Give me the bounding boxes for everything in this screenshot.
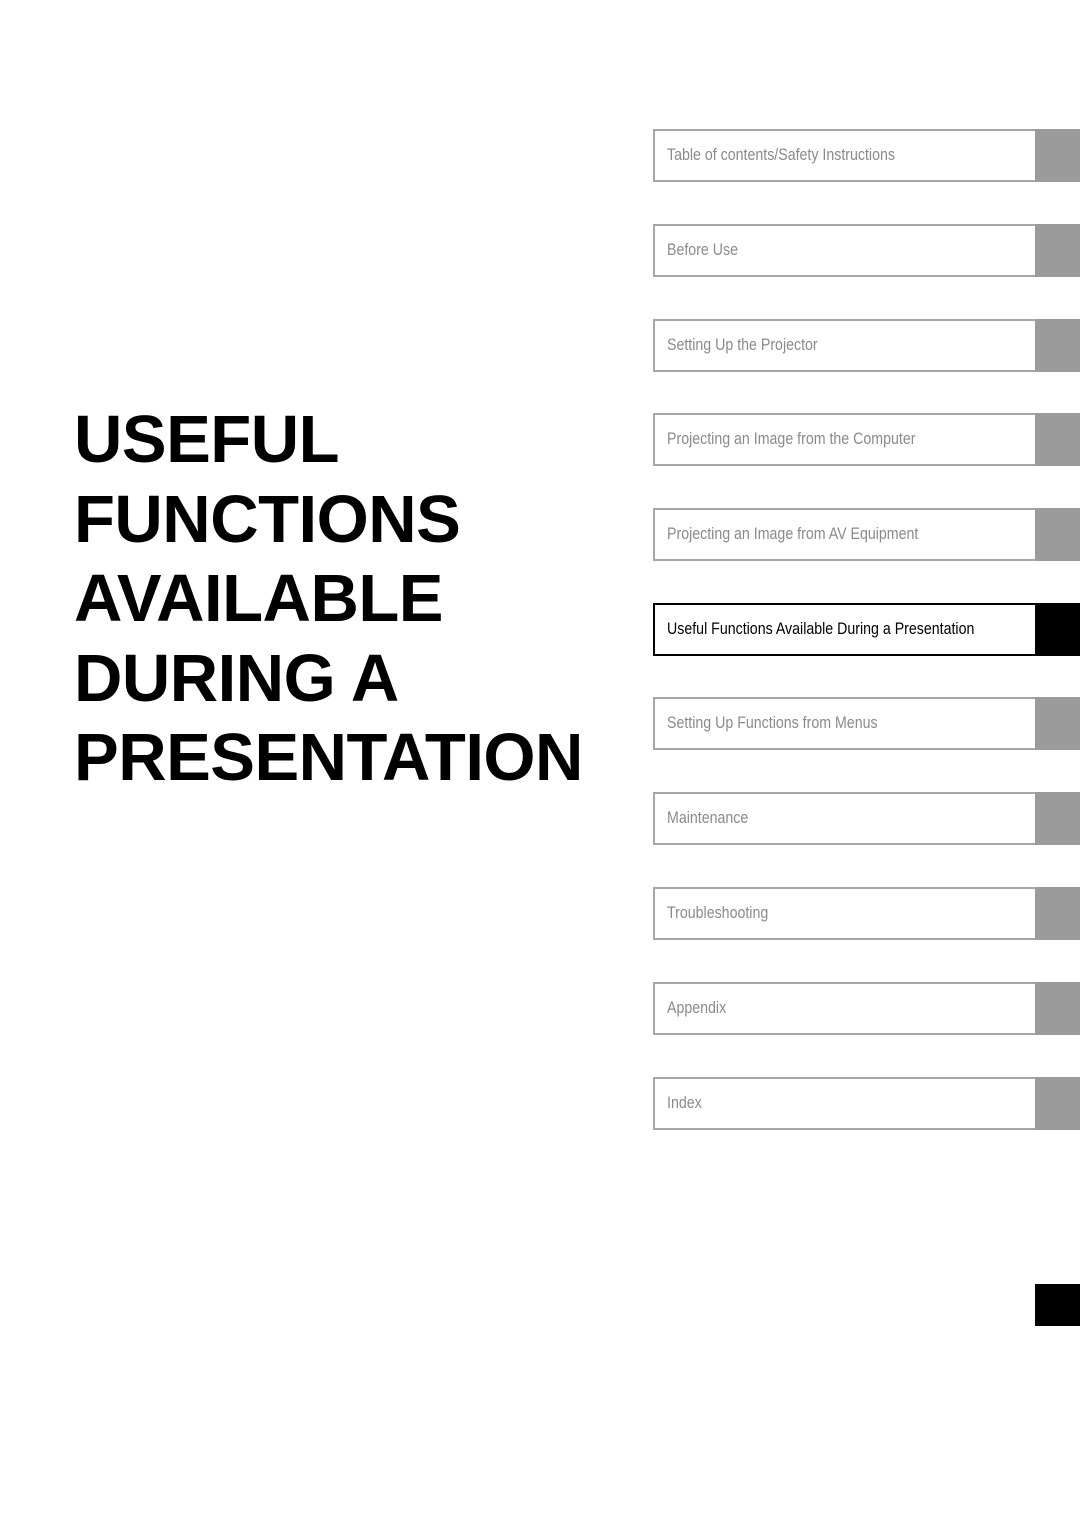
tab-label: Before Use	[667, 241, 738, 259]
tab-marker	[1035, 697, 1080, 750]
tab-box: Projecting an Image from the Computer	[653, 413, 1035, 466]
tab-box: Maintenance	[653, 792, 1035, 845]
tab-marker	[1035, 887, 1080, 940]
tab-box: Useful Functions Available During a Pres…	[653, 603, 1035, 656]
chapter-title: USEFUL FUNCTIONS AVAILABLE DURING A PRES…	[74, 400, 583, 798]
chapter-title-line: FUNCTIONS	[74, 481, 461, 557]
tab-box: Index	[653, 1077, 1035, 1130]
chapter-title-line: DURING A	[74, 640, 399, 716]
chapter-tab-before-use[interactable]: Before Use	[653, 224, 1080, 277]
tab-label: Setting Up Functions from Menus	[667, 714, 878, 732]
tab-box: Troubleshooting	[653, 887, 1035, 940]
chapter-title-line: AVAILABLE	[74, 561, 443, 636]
chapter-title-line: PRESENTATION	[74, 720, 583, 795]
tab-label: Setting Up the Projector	[667, 336, 818, 354]
chapter-tab-index[interactable]: Index	[653, 1077, 1080, 1130]
chapter-tab-projecting-av[interactable]: Projecting an Image from AV Equipment	[653, 508, 1080, 561]
tab-marker-active	[1035, 603, 1080, 656]
tab-box: Before Use	[653, 224, 1035, 277]
chapter-title-line: USEFUL	[74, 402, 339, 477]
tab-label: Index	[667, 1094, 702, 1112]
chapter-tab-setting-up-menus[interactable]: Setting Up Functions from Menus	[653, 697, 1080, 750]
tab-marker	[1035, 1077, 1080, 1130]
tab-box: Projecting an Image from AV Equipment	[653, 508, 1035, 561]
tab-marker	[1035, 508, 1080, 561]
tab-label: Appendix	[667, 999, 727, 1017]
tab-marker	[1035, 413, 1080, 466]
tab-label: Table of contents/Safety Instructions	[667, 146, 895, 164]
tab-box: Setting Up Functions from Menus	[653, 697, 1035, 750]
tab-marker	[1035, 129, 1080, 182]
tab-label: Projecting an Image from AV Equipment	[667, 525, 919, 543]
chapter-tab-maintenance[interactable]: Maintenance	[653, 792, 1080, 845]
chapter-tab-setting-up-projector[interactable]: Setting Up the Projector	[653, 319, 1080, 372]
chapter-tab-troubleshooting[interactable]: Troubleshooting	[653, 887, 1080, 940]
chapter-tab-table-of-contents[interactable]: Table of contents/Safety Instructions	[653, 129, 1080, 182]
tab-label: Projecting an Image from the Computer	[667, 430, 916, 448]
page-edge-marker	[1035, 1284, 1080, 1326]
tab-marker	[1035, 982, 1080, 1035]
chapter-tab-projecting-computer[interactable]: Projecting an Image from the Computer	[653, 413, 1080, 466]
tab-box: Appendix	[653, 982, 1035, 1035]
tab-label: Useful Functions Available During a Pres…	[667, 620, 975, 638]
tab-label: Troubleshooting	[667, 904, 769, 922]
tab-box: Setting Up the Projector	[653, 319, 1035, 372]
tab-marker	[1035, 319, 1080, 372]
chapter-tab-appendix[interactable]: Appendix	[653, 982, 1080, 1035]
tab-marker	[1035, 792, 1080, 845]
tab-label: Maintenance	[667, 809, 749, 827]
tab-box: Table of contents/Safety Instructions	[653, 129, 1035, 182]
chapter-tab-useful-functions[interactable]: Useful Functions Available During a Pres…	[653, 603, 1080, 656]
tab-marker	[1035, 224, 1080, 277]
